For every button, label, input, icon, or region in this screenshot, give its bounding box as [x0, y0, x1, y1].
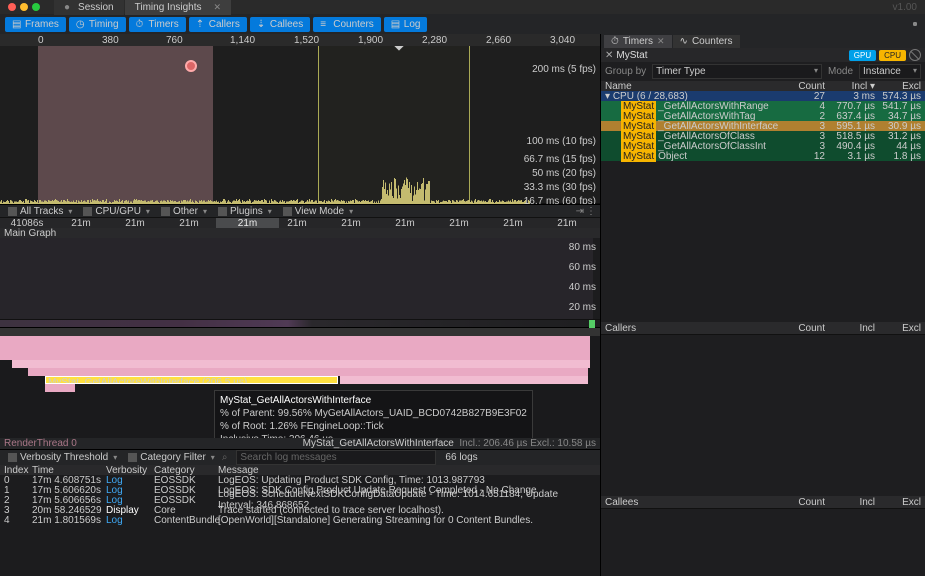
timing-icon: ◷	[76, 19, 86, 29]
log-row[interactable]: 421m 1.801569sLogContentBundle[OpenWorld…	[0, 515, 600, 525]
timer-row[interactable]: MyStat_GetAllActorsWithRange4770.7 µs541…	[601, 101, 925, 111]
tab-counters[interactable]: ∿Counters	[673, 35, 740, 48]
filter-icon	[128, 453, 137, 462]
all-tracks-menu[interactable]: All Tracks▾	[4, 205, 76, 218]
callees-panel	[601, 508, 925, 576]
timer-row[interactable]: MyStat_GetAllActorsWithTag2637.4 µs34.7 …	[601, 111, 925, 121]
tracks-ruler[interactable]: 41086s21m 10.041123s21m 10.041159s21m 10…	[0, 218, 600, 228]
filter-icon	[8, 453, 17, 462]
counters-button[interactable]: ≡Counters	[313, 17, 381, 32]
callers-header: CallersCountInclExcl	[601, 322, 925, 334]
tab-label: Timing Insights	[135, 2, 202, 13]
flame-tooltip: MyStat_GetAllActorsWithInterface % of Pa…	[214, 390, 533, 438]
timer-row[interactable]: MyStat_GetAllActorsOfClass3518.5 µs31.2 …	[601, 131, 925, 141]
timer-row[interactable]: MyStatObject123.1 µs1.8 µs	[601, 151, 925, 161]
callers-button[interactable]: ⇡Callers	[189, 17, 247, 32]
flame-graph[interactable]: MyStat_GetAllActorsWithInterface (206.5 …	[0, 328, 600, 438]
tab-session[interactable]: ●Session	[54, 0, 124, 15]
chevron-down-icon: ▾	[146, 207, 150, 216]
log-button[interactable]: ▤Log	[384, 17, 428, 32]
frames-overview[interactable]: 03807601,1401,5201,9002,2802,6603,040 20…	[0, 34, 600, 204]
counters-icon: ∿	[680, 36, 688, 47]
filter-name[interactable]: MyStat	[616, 50, 845, 61]
timers-icon: ⏱	[136, 19, 146, 29]
callers-icon: ⇡	[196, 19, 206, 29]
groupby-select[interactable]: Timer Type▾	[652, 64, 822, 79]
chevron-down-icon: ▾	[268, 207, 272, 216]
frames-ruler: 03807601,1401,5201,9002,2802,6603,040	[0, 34, 600, 46]
counters-icon: ≡	[320, 19, 330, 29]
tab-timing-insights[interactable]: Timing Insights ✕	[125, 0, 231, 15]
minimap[interactable]	[0, 320, 600, 328]
disable-icon[interactable]	[909, 49, 921, 61]
plugin-icon	[218, 207, 227, 216]
eye-icon	[283, 207, 292, 216]
tab-label: Session	[78, 2, 114, 13]
frames-icon: ▤	[12, 19, 22, 29]
minimap-cursor[interactable]	[589, 320, 595, 328]
cpugpu-menu[interactable]: CPU/GPU▾	[79, 205, 154, 218]
search-icon: ⌕	[222, 452, 228, 463]
viewmode-menu[interactable]: View Mode▾	[279, 205, 357, 218]
frames-marker-icon	[185, 60, 197, 72]
activity-spinner-icon	[910, 19, 920, 29]
timer-group-cpu[interactable]: ▾ CPU (6 / 28,683)273 ms574.3 µs	[601, 91, 925, 101]
flame-selected-event[interactable]: MyStat_GetAllActorsWithInterface (206.5 …	[45, 376, 338, 384]
timers-icon: ⏱	[611, 36, 619, 47]
frames-button[interactable]: ▤Frames	[5, 17, 66, 32]
close-icon[interactable]: ✕	[214, 2, 222, 13]
log-panel: Verbosity Threshold▾ Category Filter▾ ⌕ …	[0, 449, 600, 576]
timer-row[interactable]: MyStat_GetAllActorsWithInterface3595.1 µ…	[601, 121, 925, 131]
settings-icon[interactable]: ⋮	[586, 206, 596, 217]
main-graph-header: Main Graph	[0, 228, 600, 238]
mode-select[interactable]: Instance▾	[859, 64, 921, 79]
verbosity-menu[interactable]: Verbosity Threshold▾	[4, 451, 121, 464]
chevron-down-icon: ▾	[68, 207, 72, 216]
callees-button[interactable]: ⇣Callees	[250, 17, 310, 32]
main-graph[interactable]: 80 ms60 ms40 ms20 ms	[0, 238, 600, 320]
close-icon[interactable]: ✕	[657, 36, 665, 47]
toolbar: ▤Frames ◷Timing ⏱Timers ⇡Callers ⇣Callee…	[0, 14, 925, 34]
gpu-pill[interactable]: GPU	[849, 50, 876, 61]
jump-end-button[interactable]: ⇥	[576, 206, 584, 217]
timer-row[interactable]: MyStat_GetAllActorsOfClassInt3490.4 µs44…	[601, 141, 925, 151]
tracks-toolbar: All Tracks▾ CPU/GPU▾ Other▾ Plugins▾ Vie…	[0, 204, 600, 218]
traffic-close[interactable]	[8, 3, 16, 11]
callees-icon: ⇣	[257, 19, 267, 29]
flame-statusbar: RenderThread 0 MyStat_GetAllActorsWithIn…	[0, 438, 600, 449]
chevron-down-icon: ▾	[349, 207, 353, 216]
log-row[interactable]: 217m 5.606656sLogEOSSDKLogEOS: ScheduleN…	[0, 495, 600, 505]
traffic-max[interactable]	[32, 3, 40, 11]
cpu-pill[interactable]: CPU	[879, 50, 906, 61]
tab-timers[interactable]: ⏱Timers✕	[604, 35, 672, 48]
log-count: 66 logs	[445, 452, 477, 463]
clear-filter-icon[interactable]: ✕	[605, 50, 613, 61]
cpu-icon	[83, 207, 92, 216]
traffic-min[interactable]	[20, 3, 28, 11]
tracks-icon	[8, 207, 17, 216]
log-icon: ▤	[391, 19, 401, 29]
callees-header: CalleesCountInclExcl	[601, 496, 925, 508]
category-menu[interactable]: Category Filter▾	[124, 451, 219, 464]
log-row[interactable]: 320m 58.246529DisplayCoreTrace started (…	[0, 505, 600, 515]
callers-panel	[601, 334, 925, 496]
titlebar: ●Session Timing Insights ✕ v1.00	[0, 0, 925, 14]
log-search-input[interactable]: Search log messages	[236, 450, 436, 465]
side-panel: ⏱Timers✕ ∿Counters ✕ MyStat GPU CPU Grou…	[601, 34, 925, 576]
other-icon	[161, 207, 170, 216]
timing-button[interactable]: ◷Timing	[69, 17, 126, 32]
chevron-down-icon: ▾	[203, 207, 207, 216]
timer-table-header[interactable]: NameCountIncl ▾Excl	[601, 81, 925, 91]
version-label: v1.00	[893, 2, 917, 13]
plugins-menu[interactable]: Plugins▾	[214, 205, 276, 218]
log-table-header: IndexTimeVerbosityCategoryMessage	[0, 465, 600, 475]
timers-button[interactable]: ⏱Timers	[129, 17, 186, 32]
log-row[interactable]: 017m 4.608751sLogEOSSDKLogEOS: Updating …	[0, 475, 600, 485]
other-menu[interactable]: Other▾	[157, 205, 211, 218]
